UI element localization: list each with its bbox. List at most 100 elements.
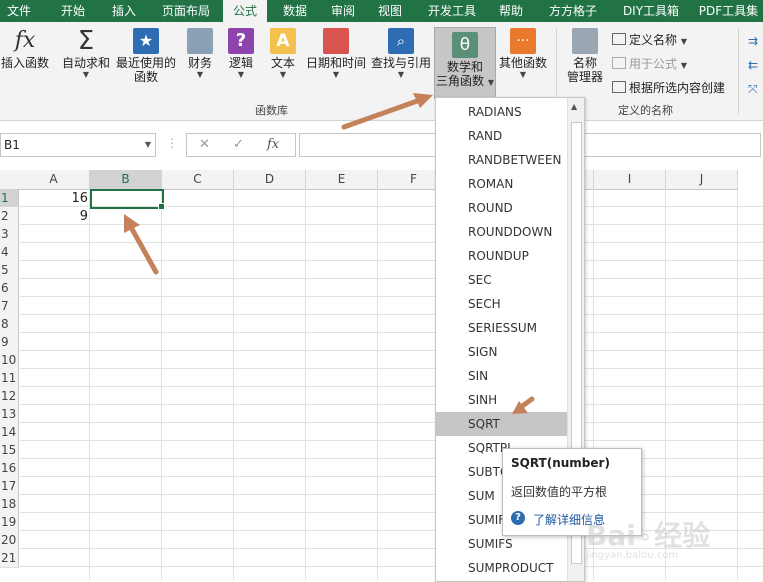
trace-precedents-icon[interactable]: ⇉ (748, 34, 758, 48)
tab-developer[interactable]: 开发工具 (420, 0, 484, 22)
function-item-sumproduct[interactable]: SUMPRODUCT (436, 556, 568, 580)
function-item-sign[interactable]: SIGN (436, 340, 568, 364)
row-header-17[interactable]: 17 (0, 477, 19, 496)
function-item-sqrt[interactable]: SQRT (436, 412, 568, 436)
row-header-15[interactable]: 15 (0, 441, 19, 460)
row-gridline (18, 386, 763, 387)
row-header-1[interactable]: 1 (0, 189, 19, 208)
row-header-9[interactable]: 9 (0, 333, 19, 352)
define-name-label: 定义名称 (629, 33, 678, 47)
row-header-21[interactable]: 21 (0, 549, 19, 568)
tab-view[interactable]: 视图 (368, 0, 412, 22)
financial-label: 财务 (187, 56, 212, 70)
row-header-19[interactable]: 19 (0, 513, 19, 532)
row-header-14[interactable]: 14 (0, 423, 19, 442)
function-item-sec[interactable]: SEC (436, 268, 568, 292)
logical-button[interactable]: ? 逻辑 ▼ (226, 28, 256, 79)
financial-button[interactable]: 财务 ▼ (184, 28, 216, 79)
recent-functions-button[interactable]: ★ 最近使用的 函数 (114, 28, 178, 84)
tab-home[interactable]: 开始 (51, 0, 95, 22)
row-gridline (18, 440, 763, 441)
column-header-i[interactable]: I (594, 170, 666, 190)
name-manager-label: 名称 (572, 56, 597, 70)
function-item-roundup[interactable]: ROUNDUP (436, 244, 568, 268)
use-in-formula-button[interactable]: 用于公式 ▼ (612, 55, 687, 72)
lookup-reference-button[interactable]: ⌕ 查找与引用 ▼ (370, 28, 432, 79)
row-gridline (18, 260, 763, 261)
function-item-rand[interactable]: RAND (436, 124, 568, 148)
row-header-11[interactable]: 11 (0, 369, 19, 388)
function-item-rounddown[interactable]: ROUNDDOWN (436, 220, 568, 244)
tab-fangfang[interactable]: 方方格子 (541, 0, 605, 22)
tab-page-layout[interactable]: 页面布局 (152, 0, 220, 22)
coins-icon (187, 28, 213, 54)
row-header-12[interactable]: 12 (0, 387, 19, 406)
tab-formulas[interactable]: 公式 (223, 0, 267, 22)
row-gridline (18, 242, 763, 243)
math-trig-button[interactable]: θ 数学和 三角函数 ▼ (434, 27, 496, 99)
column-gridline (89, 189, 90, 580)
cell-a2[interactable]: 9 (18, 209, 88, 224)
autosum-button[interactable]: Σ 自动求和 ▼ (60, 28, 112, 79)
row-header-6[interactable]: 6 (0, 279, 19, 298)
more-functions-label: 其他函数 (498, 56, 547, 70)
column-gridline (305, 189, 306, 580)
insert-function-button[interactable]: fx 插入函数 (0, 28, 50, 70)
selected-cell-b1[interactable] (90, 189, 164, 209)
tab-pdf-tools[interactable]: PDF工具集 (694, 0, 763, 22)
fill-handle[interactable] (158, 203, 165, 210)
tab-diy-toolbox[interactable]: DIY工具箱 (614, 0, 688, 22)
column-header-c[interactable]: C (162, 170, 234, 190)
scroll-up-icon[interactable]: ▲ (571, 102, 577, 111)
cell-a1[interactable]: 16 (18, 191, 88, 206)
row-header-4[interactable]: 4 (0, 243, 19, 262)
column-header-j[interactable]: J (666, 170, 738, 190)
cancel-icon[interactable]: ✕ (199, 137, 210, 152)
enter-icon[interactable]: ✓ (233, 137, 244, 152)
select-all-corner[interactable] (0, 170, 19, 190)
function-item-round[interactable]: ROUND (436, 196, 568, 220)
tab-file[interactable]: 文件 (0, 0, 38, 22)
column-header-e[interactable]: E (306, 170, 378, 190)
text-button[interactable]: A 文本 ▼ (268, 28, 298, 79)
function-item-sech[interactable]: SECH (436, 292, 568, 316)
fx-icon[interactable]: fx (267, 137, 279, 152)
tab-help[interactable]: 帮助 (489, 0, 533, 22)
row-header-2[interactable]: 2 (0, 207, 19, 226)
datetime-button[interactable]: 日期和时间 ▼ (304, 28, 368, 79)
trace-dependents-icon[interactable]: ⇇ (748, 58, 758, 72)
row-header-16[interactable]: 16 (0, 459, 19, 478)
row-gridline (18, 512, 763, 513)
column-header-a[interactable]: A (18, 170, 90, 190)
tab-review[interactable]: 审阅 (321, 0, 365, 22)
row-header-3[interactable]: 3 (0, 225, 19, 244)
tab-insert[interactable]: 插入 (102, 0, 146, 22)
row-header-10[interactable]: 10 (0, 351, 19, 370)
name-manager-button[interactable]: 名称 管理器 (562, 28, 608, 84)
column-gridline (377, 189, 378, 580)
create-from-selection-button[interactable]: 根据所选内容创建 (612, 79, 725, 96)
row-header-18[interactable]: 18 (0, 495, 19, 514)
column-header-d[interactable]: D (234, 170, 306, 190)
remove-arrows-icon[interactable]: ⤧ (748, 82, 758, 97)
ribbon: fx 插入函数 Σ 自动求和 ▼ ★ 最近使用的 函数 财务 ▼ ? 逻辑 ▼ … (0, 22, 763, 121)
tab-data[interactable]: 数据 (273, 0, 317, 22)
chevron-down-icon: ▼ (397, 70, 405, 79)
chevron-down-icon[interactable]: ▼ (145, 140, 151, 149)
row-header-20[interactable]: 20 (0, 531, 19, 550)
function-item-roman[interactable]: ROMAN (436, 172, 568, 196)
name-box[interactable]: B1 ▼ (0, 133, 156, 157)
function-item-seriessum[interactable]: SERIESSUM (436, 316, 568, 340)
function-item-radians[interactable]: RADIANS (436, 100, 568, 124)
function-item-randbetween[interactable]: RANDBETWEEN (436, 148, 568, 172)
define-name-button[interactable]: 定义名称 ▼ (612, 31, 687, 48)
row-header-13[interactable]: 13 (0, 405, 19, 424)
more-functions-button[interactable]: ··· 其他函数 ▼ (497, 28, 549, 79)
function-item-sinh[interactable]: SINH (436, 388, 568, 412)
row-header-8[interactable]: 8 (0, 315, 19, 334)
chevron-down-icon: ▼ (680, 37, 687, 46)
function-item-sin[interactable]: SIN (436, 364, 568, 388)
row-header-5[interactable]: 5 (0, 261, 19, 280)
row-header-7[interactable]: 7 (0, 297, 19, 316)
column-header-b[interactable]: B (90, 170, 162, 191)
